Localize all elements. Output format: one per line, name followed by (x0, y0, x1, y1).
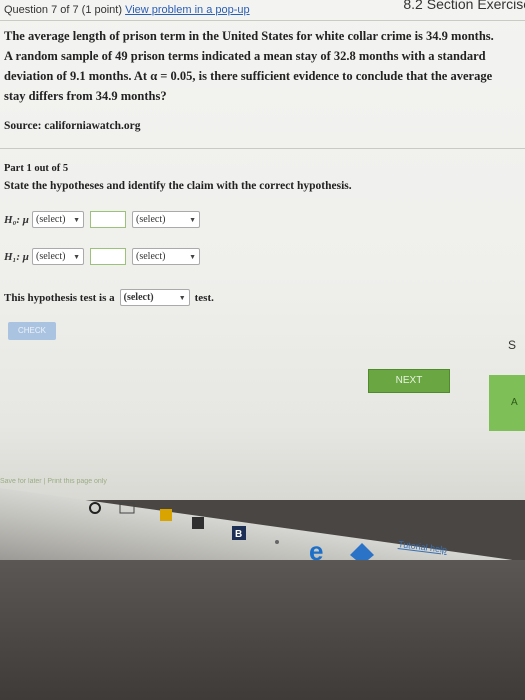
h0-claim-select[interactable]: (select) ▼ (132, 211, 200, 228)
header-divider (0, 20, 525, 21)
part-label: Part 1 out of 5 (4, 163, 69, 174)
problem-text: The average length of prison term in the… (4, 29, 494, 103)
section-title: 8.2 Section Exercise (403, 0, 525, 12)
section-divider (0, 148, 525, 149)
chevron-down-icon: ▼ (189, 215, 196, 224)
h1-claim-select[interactable]: (select) ▼ (132, 248, 200, 265)
h1-label: H₁: μ (4, 250, 29, 263)
side-green-button[interactable]: A (489, 375, 525, 431)
side-panel-label: S (508, 338, 517, 352)
test-type-value: (select) (123, 292, 154, 303)
chevron-down-icon: ▼ (189, 252, 196, 261)
h1-operator-value: (select) (36, 251, 66, 262)
h0-operator-select[interactable]: (select) ▼ (32, 211, 84, 228)
h0-label: H₀: μ (4, 213, 29, 226)
question-number: Question 7 of 7 (1 point) (4, 4, 123, 16)
h0-claim-value: (select) (136, 214, 166, 225)
part-instruction: State the hypotheses and identify the cl… (4, 180, 352, 192)
dot-icon (275, 540, 279, 544)
test-type-suffix: test. (194, 291, 214, 304)
question-header: Question 7 of 7 (1 point) View problem i… (4, 4, 250, 16)
folder-icon (160, 509, 172, 521)
popup-link[interactable]: View problem in a pop-up (125, 4, 250, 16)
h1-operator-select[interactable]: (select) ▼ (32, 248, 84, 265)
browser-screen: Question 7 of 7 (1 point) View problem i… (0, 0, 525, 500)
alternative-hypothesis-row: H₁: μ (select) ▼ (select) ▼ (4, 248, 200, 265)
check-button[interactable]: CHECK (8, 322, 56, 340)
chevron-down-icon: ▼ (73, 215, 80, 224)
task-view-icon (119, 502, 135, 514)
test-type-row: This hypothesis test is a (select) ▼ tes… (4, 289, 214, 306)
h1-claim-value: (select) (136, 251, 166, 262)
chevron-down-icon: ▼ (73, 252, 80, 261)
next-button[interactable]: NEXT (368, 369, 450, 393)
test-type-select[interactable]: (select) ▼ (119, 289, 190, 306)
start-circle-icon (89, 502, 101, 514)
null-hypothesis-row: H₀: μ (select) ▼ (select) ▼ (4, 211, 200, 228)
store-icon (192, 517, 204, 529)
problem-source: Source: californiawatch.org (4, 120, 141, 132)
footer-links[interactable]: Save for later | Print this page only (0, 478, 107, 485)
h0-value-input[interactable] (90, 211, 126, 228)
test-type-prefix: This hypothesis test is a (4, 291, 115, 304)
b-app-label: B (235, 529, 242, 540)
h0-operator-value: (select) (36, 214, 66, 225)
h1-value-input[interactable] (90, 248, 126, 265)
chevron-down-icon: ▼ (178, 293, 186, 302)
laptop-bezel (0, 560, 525, 700)
